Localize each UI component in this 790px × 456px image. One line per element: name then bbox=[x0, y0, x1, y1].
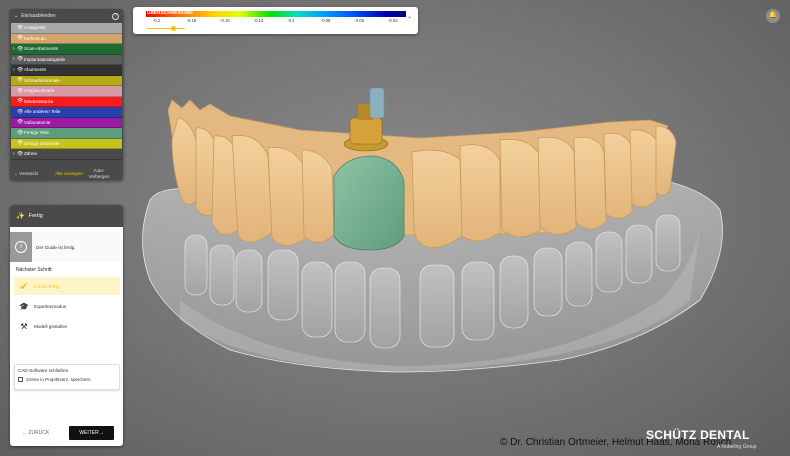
auto-hide-button[interactable]: Auto-Verbergen bbox=[84, 168, 114, 180]
deviation-slider-handle[interactable] bbox=[171, 26, 177, 31]
scale-tick-label: -0.2 bbox=[153, 18, 161, 23]
eye-icon[interactable]: 👁 bbox=[17, 109, 24, 115]
scale-tick-label: -0.18 bbox=[186, 18, 197, 23]
option-finished[interactable]: ✔ Ich bin fertig bbox=[14, 277, 120, 295]
visibility-item-label: Antagonist bbox=[24, 25, 46, 31]
visibility-item-label: Kieferscan bbox=[24, 35, 46, 41]
visibility-item-label: Scan-Abutments bbox=[24, 46, 58, 52]
option-design-model[interactable]: ⚒ Modell gestalten bbox=[14, 317, 120, 335]
eye-icon[interactable]: 👁 bbox=[17, 140, 24, 146]
visibility-item-label: Implantatanalogteile bbox=[24, 56, 66, 62]
eye-icon[interactable]: 👁 bbox=[17, 88, 24, 94]
guide-panel-title: Fertig bbox=[28, 213, 43, 219]
eye-icon[interactable]: 👁 bbox=[17, 98, 24, 104]
save-scene-checkbox[interactable]: Szene in Projektverz. speichern bbox=[18, 377, 116, 382]
visibility-panel: ⌄ Ein/ausblenden ? 👁 Antagonist 👁 Kiefersca… bbox=[10, 9, 123, 180]
visibility-item-label: Gingiva-Scans bbox=[24, 88, 54, 94]
visibility-item-label: Vollanatomie bbox=[24, 119, 51, 125]
chevron-down-icon[interactable]: ⌄ bbox=[407, 13, 412, 20]
back-label: ZURÜCK bbox=[28, 430, 50, 436]
next-button[interactable]: WEITER → bbox=[69, 426, 114, 440]
option-design-model-label: Modell gestalten bbox=[34, 323, 68, 329]
model-build-icon: ⚒ bbox=[20, 321, 28, 331]
deviation-slider-track[interactable] bbox=[147, 28, 185, 29]
chevron-down-icon: ⌄ bbox=[14, 13, 19, 19]
visibility-panel-title: Ein/ausblenden bbox=[21, 13, 56, 19]
eye-icon[interactable]: 👁 bbox=[17, 25, 24, 31]
visibility-panel-header[interactable]: ⌄ Ein/ausblenden ? bbox=[10, 9, 123, 23]
option-finished-label: Ich bin fertig bbox=[34, 283, 60, 289]
next-step-label: Nächster Schritt: bbox=[16, 267, 53, 273]
arrow-right-icon: → bbox=[98, 430, 104, 436]
eye-icon[interactable]: 👁 bbox=[17, 119, 24, 125]
visibility-list: 👁 Antagonist 👁 Kieferscan › 👁 Scan-Abutments › 👁… bbox=[10, 23, 123, 160]
guide-info-box: i Der Guide ist fertig. bbox=[10, 232, 123, 262]
visibility-item[interactable]: 👁 Schraubenkanäle bbox=[11, 75, 122, 86]
eye-icon[interactable]: 👁 bbox=[17, 67, 24, 73]
eye-icon[interactable]: 👁 bbox=[17, 35, 24, 41]
deviation-scale-panel: ÜBERSCHNEIDUNG -0.2 -0.18 -0.15 -0.13 -0.1 -0… bbox=[133, 7, 418, 34]
eye-icon[interactable]: 👁 bbox=[17, 46, 24, 52]
scale-tick-label: -0.1 bbox=[287, 18, 295, 23]
scale-tick-label: -0.05 bbox=[354, 18, 364, 23]
option-expert-mode[interactable]: 🎓 Expertenmodus bbox=[14, 297, 120, 315]
brand-name: SCHÜTZ DENTAL bbox=[646, 428, 750, 442]
magic-wand-icon: ✨ bbox=[16, 213, 25, 220]
close-cad-title: CAD-Software schließen bbox=[18, 368, 69, 373]
finished-crown[interactable] bbox=[333, 155, 405, 251]
visibility-item-label: Fertige Teile bbox=[24, 130, 49, 136]
option-expert-mode-label: Expertenmodus bbox=[34, 303, 67, 309]
visibility-item-label: Schraubenkanäle bbox=[24, 77, 60, 83]
eye-icon[interactable]: 👁 bbox=[17, 56, 24, 62]
visibility-item[interactable]: 👁 Mindeststücke bbox=[11, 96, 122, 107]
deviation-scale-label: ÜBERSCHNEIDUNG bbox=[147, 11, 193, 16]
checkmark-icon: ✔ bbox=[19, 280, 29, 293]
visibility-item-label: Zähne bbox=[24, 151, 38, 157]
visibility-item-label: Abutments bbox=[24, 67, 46, 73]
eye-icon[interactable]: 👁 bbox=[17, 130, 24, 136]
show-all-button[interactable]: Alle anzeigen bbox=[54, 171, 84, 177]
hidden-label: Versteckt bbox=[19, 170, 39, 176]
visibility-item[interactable]: 👁 Antagonist bbox=[11, 23, 122, 34]
graduation-cap-icon: 🎓 bbox=[19, 301, 29, 311]
visibility-item-label: Alle anderen Teile bbox=[24, 109, 61, 115]
visibility-item[interactable]: 👁 Kieferscan bbox=[11, 33, 122, 44]
visibility-item[interactable]: 👁 Vollanatomie bbox=[11, 117, 122, 128]
scale-tick-label: -0.08 bbox=[320, 18, 331, 23]
guide-panel-header: ✨ Fertig bbox=[10, 205, 123, 227]
info-icon: i bbox=[10, 232, 32, 262]
3d-viewport[interactable]: ⌄ Ein/ausblenden ? 👁 Antagonist 👁 Kiefersca… bbox=[0, 0, 790, 456]
brand-subtitle: A Rübeling Group bbox=[717, 444, 757, 450]
visibility-item[interactable]: 👁 Gingiva-Scans bbox=[11, 86, 122, 97]
close-cad-box: CAD-Software schließen Szene in Projektv… bbox=[14, 364, 120, 390]
brand-logo: SCHÜTZ DENTAL bbox=[646, 428, 750, 442]
eye-icon[interactable]: 👁 bbox=[17, 77, 24, 83]
guide-info-text: Der Guide ist fertig. bbox=[36, 244, 76, 250]
jaw-scan-model bbox=[167, 87, 677, 251]
implant-abutment bbox=[343, 87, 389, 152]
bell-icon[interactable]: 🔔 bbox=[766, 9, 780, 23]
visibility-item[interactable]: › 👁 Scan-Abutments bbox=[11, 44, 122, 55]
back-button[interactable]: ← ZURÜCK bbox=[22, 430, 49, 436]
guide-panel: ✨ Fertig i Der Guide ist fertig. Nächste… bbox=[10, 205, 123, 446]
save-scene-label: Szene in Projektverz. speichern bbox=[26, 377, 91, 382]
visibility-item[interactable]: 👁 Design-Unterteile bbox=[11, 138, 122, 149]
eye-icon[interactable]: 👁 bbox=[17, 151, 24, 157]
hidden-toggle[interactable]: ⌄ Versteckt bbox=[14, 171, 54, 177]
visibility-item[interactable]: 👁 Fertige Teile bbox=[11, 128, 122, 139]
visibility-item[interactable]: 👁 Alle anderen Teile bbox=[11, 107, 122, 118]
checkbox-icon[interactable] bbox=[18, 377, 23, 382]
next-label: WEITER bbox=[79, 430, 99, 436]
scale-tick-label: -0.13 bbox=[253, 18, 264, 23]
visibility-footer: ⌄ Versteckt Alle anzeigen Auto-Verbergen bbox=[10, 162, 123, 186]
scale-tick-label: -0.15 bbox=[220, 18, 230, 23]
visibility-item[interactable]: › 👁 Implantatanalogteile bbox=[11, 54, 122, 65]
visibility-item-label: Design-Unterteile bbox=[24, 140, 60, 146]
scale-tick-label: -0.03 bbox=[388, 18, 398, 23]
visibility-item[interactable]: › 👁 Abutments bbox=[11, 65, 122, 76]
visibility-item[interactable]: › 👁 Zähne bbox=[11, 149, 122, 160]
visibility-item-label: Mindeststücke bbox=[24, 98, 54, 104]
question-circle-icon[interactable]: ? bbox=[112, 12, 119, 20]
